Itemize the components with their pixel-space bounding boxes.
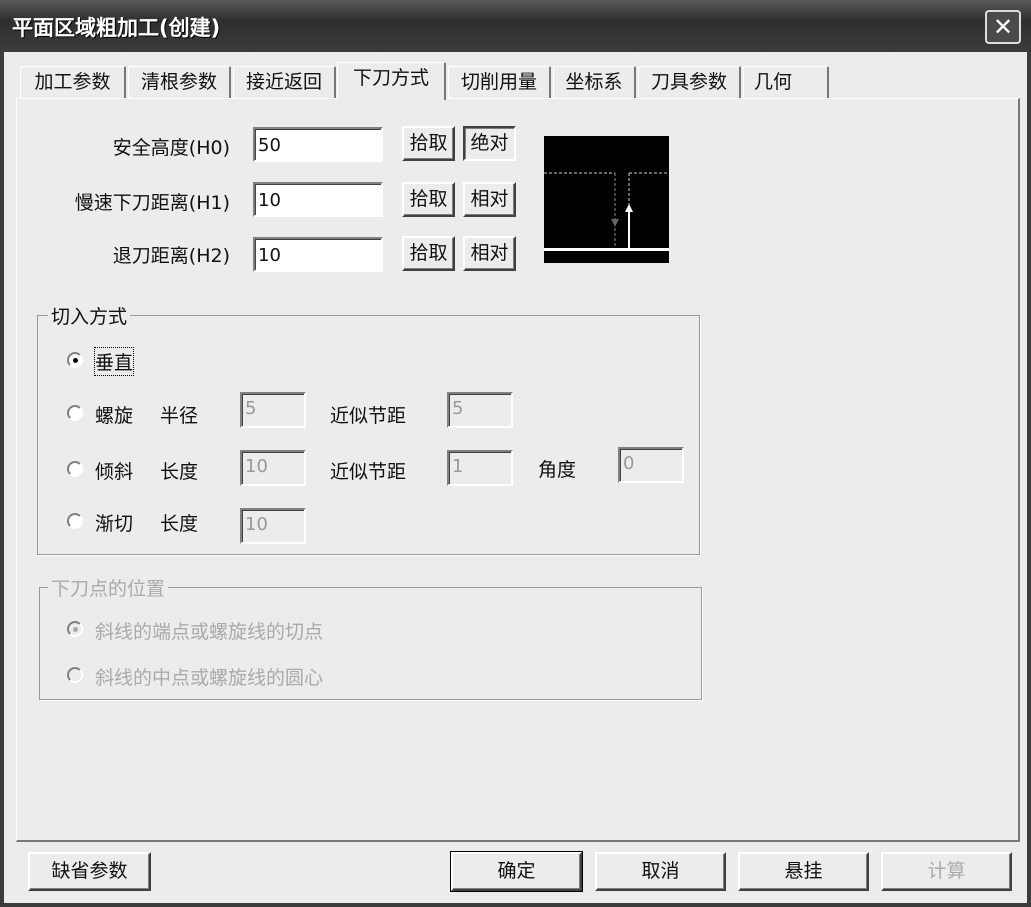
radio-tangent[interactable] [67,513,83,529]
tangent-length-input[interactable]: 10 [240,508,306,544]
helix-pitch-label: 近似节距 [330,405,407,427]
helix-radius-input[interactable]: 5 [240,392,306,428]
retract-distance-mode-button[interactable]: 相对 [463,236,516,271]
retract-distance-label: 退刀距离(H2) [112,245,230,267]
safe-height-mode-button[interactable]: 绝对 [463,126,516,161]
safe-height-input[interactable]: 50 [253,127,383,162]
tab-coordinate-system[interactable]: 坐标系 [553,66,636,98]
ok-button[interactable]: 确定 [450,851,583,892]
plunge-position-title: 下刀点的位置 [48,574,169,601]
defaults-button[interactable]: 缺省参数 [28,852,151,891]
ramp-pitch-label: 近似节距 [330,461,407,483]
ramp-length-input[interactable]: 10 [240,450,306,486]
entry-mode-group [37,315,700,555]
slow-plunge-pick-button[interactable]: 拾取 [402,182,455,217]
radio-position-endpoint[interactable] [67,621,83,637]
tab-approach-retract[interactable]: 接近返回 [233,66,336,98]
tangent-label[interactable]: 渐切 [95,509,133,536]
ramp-angle-input[interactable]: 0 [618,447,684,483]
retract-distance-pick-button[interactable]: 拾取 [402,236,455,271]
plunge-diagram [544,136,669,263]
slow-plunge-input[interactable]: 10 [253,182,383,217]
suspend-button[interactable]: 悬挂 [738,852,869,891]
window-title: 平面区域粗加工(创建) [12,16,221,40]
safe-height-pick-button[interactable]: 拾取 [402,126,455,161]
tab-cutting-amount[interactable]: 切削用量 [448,66,551,98]
radio-position-midpoint[interactable] [67,667,83,683]
tab-plunge-mode[interactable]: 下刀方式 [337,62,446,100]
radio-helix[interactable] [67,405,83,421]
cancel-button[interactable]: 取消 [595,852,726,891]
retract-distance-input[interactable]: 10 [253,237,383,272]
safe-height-label: 安全高度(H0) [112,137,230,159]
tab-tool-params[interactable]: 刀具参数 [638,66,741,98]
radio-ramp[interactable] [67,461,83,477]
helix-radius-label: 半径 [160,405,199,427]
tab-cleanup-params[interactable]: 清根参数 [128,66,231,98]
helix-label[interactable]: 螺旋 [95,401,133,428]
tab-machining-params[interactable]: 加工参数 [20,66,126,98]
compute-button[interactable]: 计算 [881,852,1012,891]
entry-mode-title: 切入方式 [48,302,131,329]
slow-plunge-mode-button[interactable]: 相对 [463,182,516,217]
ramp-angle-label: 角度 [538,459,577,481]
tangent-length-label: 长度 [160,513,199,535]
helix-pitch-input[interactable]: 5 [447,392,513,428]
ramp-pitch-input[interactable]: 1 [447,450,513,486]
slow-plunge-label: 慢速下刀距离(H1) [74,192,230,214]
close-icon[interactable]: ✕ [985,10,1021,44]
vertical-label[interactable]: 垂直 [93,347,135,376]
position-midpoint-label[interactable]: 斜线的中点或螺旋线的圆心 [95,663,323,690]
tab-geometry[interactable]: 几何 [743,66,829,98]
ramp-length-label: 长度 [160,461,199,483]
position-endpoint-label[interactable]: 斜线的端点或螺旋线的切点 [95,617,323,644]
radio-vertical[interactable] [67,352,83,368]
ramp-label[interactable]: 倾斜 [95,457,133,484]
